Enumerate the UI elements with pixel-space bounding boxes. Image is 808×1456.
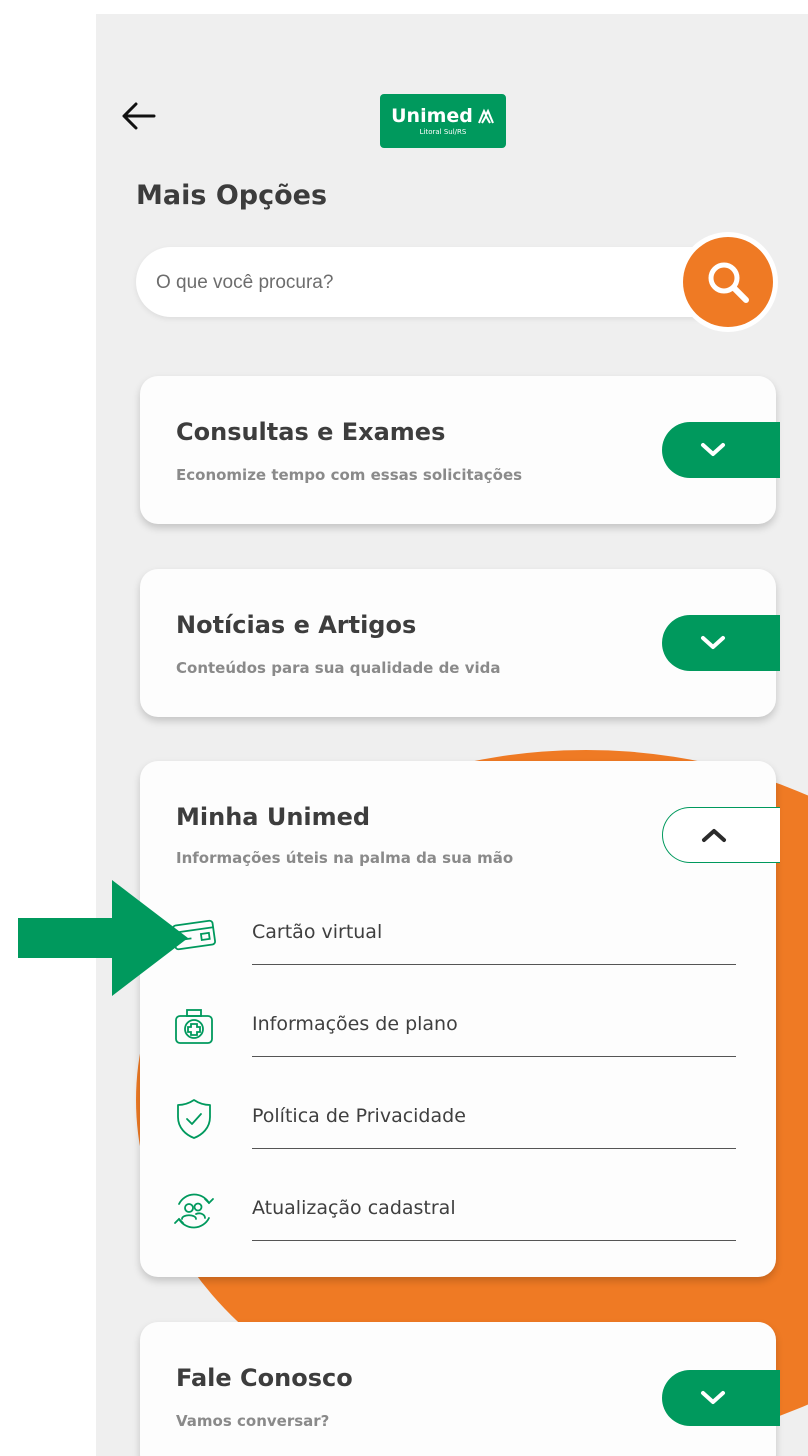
menu-item-label: Política de Privacidade <box>252 1105 466 1127</box>
search-icon <box>708 262 749 303</box>
card-subtitle: Informações úteis na palma da sua mão <box>176 849 514 867</box>
divider <box>252 1239 736 1241</box>
pointer-arrow-icon <box>18 880 188 996</box>
search-button[interactable] <box>678 232 778 332</box>
medical-kit-icon <box>175 1009 213 1044</box>
chevron-up-icon <box>702 829 726 842</box>
menu-item-label: Cartão virtual <box>252 921 383 943</box>
user-refresh-icon <box>174 1193 214 1229</box>
expand-toggle-button[interactable] <box>662 615 780 671</box>
page-title: Mais Opções <box>136 180 328 211</box>
chevron-down-icon <box>701 1391 725 1404</box>
card-title: Fale Conosco <box>176 1364 353 1392</box>
unimed-tree-icon <box>477 108 494 123</box>
chevron-down-icon <box>701 443 725 456</box>
search-input[interactable] <box>154 247 658 319</box>
menu-item-atualizacao-cadastral[interactable]: Atualização cadastral <box>170 1181 736 1241</box>
card-minha-unimed: Minha Unimed Informações úteis na palma … <box>140 761 780 1277</box>
card-consultas-exames[interactable]: Consultas e Exames Economize tempo com e… <box>140 376 780 524</box>
divider <box>252 1147 736 1149</box>
menu-item-informacoes-plano[interactable]: Informações de plano <box>170 997 736 1057</box>
card-subtitle: Vamos conversar? <box>176 1412 330 1430</box>
collapse-toggle-button[interactable] <box>662 807 780 863</box>
arrow-left-icon <box>122 102 156 130</box>
menu-item-politica-privacidade[interactable]: Política de Privacidade <box>170 1089 736 1149</box>
expand-toggle-button[interactable] <box>662 1370 780 1426</box>
unimed-logo: Unimed Litoral Sul/RS <box>380 94 506 148</box>
divider <box>252 1055 736 1057</box>
menu-item-cartao-virtual[interactable]: Cartão virtual <box>170 905 736 965</box>
chevron-down-icon <box>701 636 725 649</box>
card-title: Notícias e Artigos <box>176 611 417 639</box>
back-button[interactable] <box>118 98 158 134</box>
expand-toggle-button[interactable] <box>662 422 780 478</box>
logo-subtitle: Litoral Sul/RS <box>419 127 467 136</box>
search-bar <box>136 247 736 319</box>
card-noticias-artigos[interactable]: Notícias e Artigos Conteúdos para sua qu… <box>140 569 780 717</box>
card-title: Minha Unimed <box>176 803 371 831</box>
shield-check-icon <box>177 1099 211 1139</box>
card-subtitle: Conteúdos para sua qualidade de vida <box>176 659 501 677</box>
card-fale-conosco[interactable]: Fale Conosco Vamos conversar? <box>140 1322 780 1456</box>
divider <box>252 963 736 965</box>
card-title: Consultas e Exames <box>176 418 446 446</box>
app-screen: Unimed Litoral Sul/RS Mais Opções Consul… <box>96 14 808 1456</box>
menu-item-label: Informações de plano <box>252 1013 458 1035</box>
menu-item-label: Atualização cadastral <box>252 1197 456 1219</box>
card-subtitle: Economize tempo com essas solicitações <box>176 466 523 484</box>
logo-text: Unimed <box>391 104 473 127</box>
